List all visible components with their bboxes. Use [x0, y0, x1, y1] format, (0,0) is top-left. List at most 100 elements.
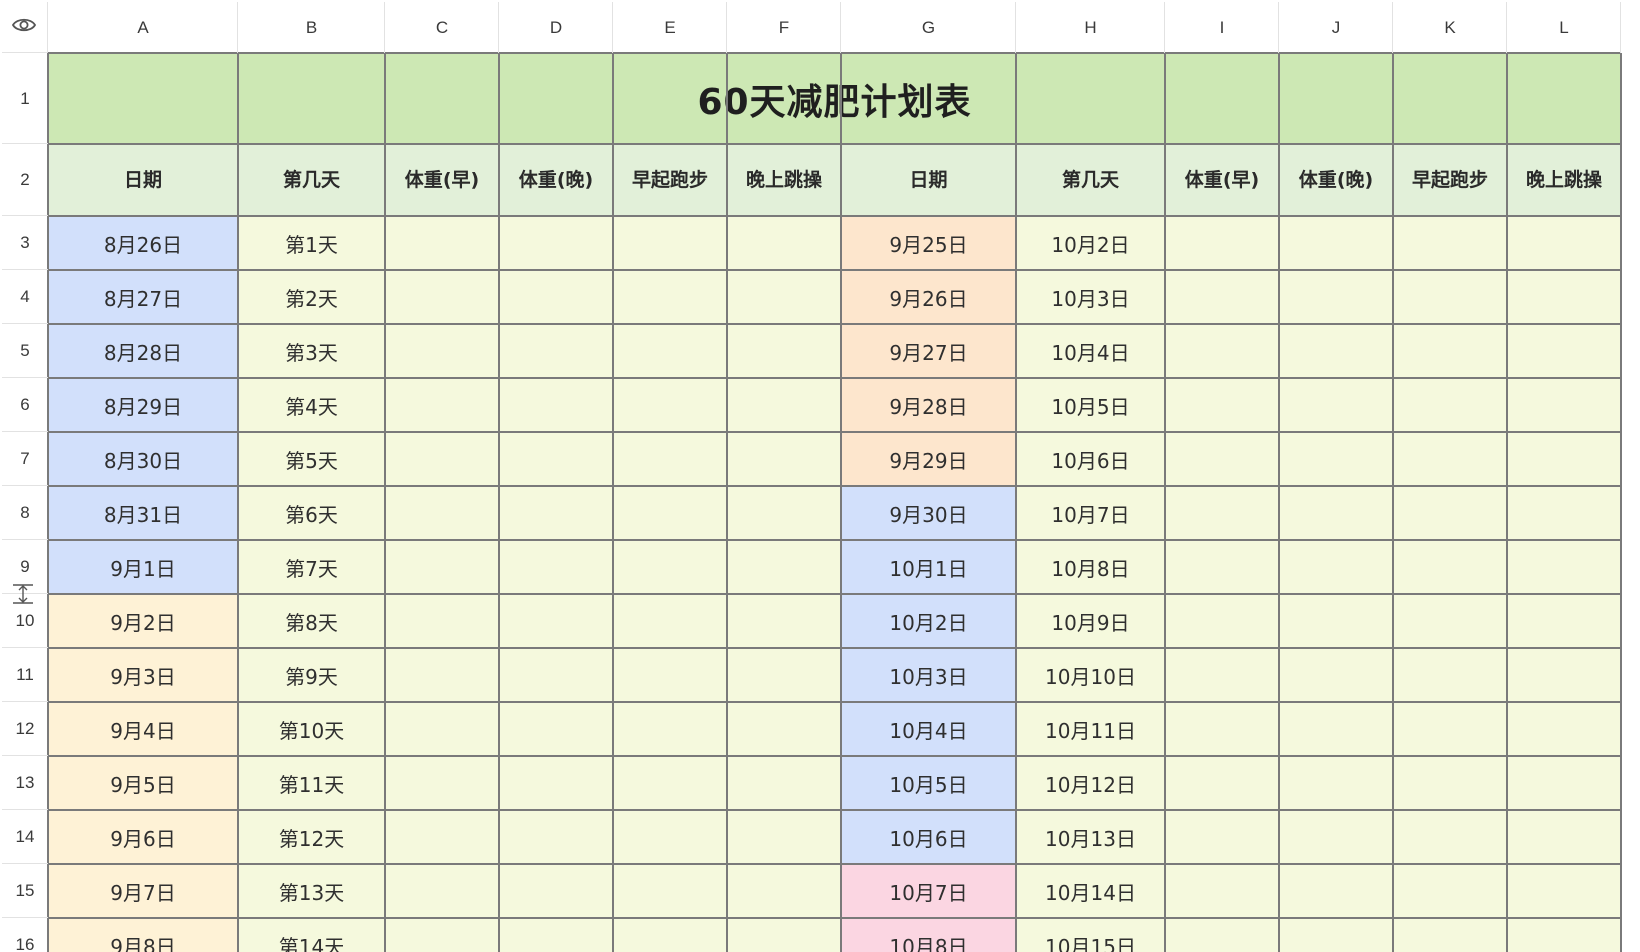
- cell-e8[interactable]: [613, 486, 727, 540]
- cell-a6[interactable]: 8月29日: [48, 378, 238, 432]
- cell-g4[interactable]: 9月26日: [841, 270, 1016, 324]
- row-header-12[interactable]: 12: [2, 702, 48, 756]
- cell-c11[interactable]: [385, 648, 499, 702]
- column-header-i[interactable]: I: [1165, 2, 1279, 53]
- cell-i9[interactable]: [1165, 540, 1279, 594]
- cell-e15[interactable]: [613, 864, 727, 918]
- cell-g9[interactable]: 10月1日: [841, 540, 1016, 594]
- cell-c14[interactable]: [385, 810, 499, 864]
- cell-l10[interactable]: [1507, 594, 1621, 648]
- header-cell-c[interactable]: 体重 (早): [385, 144, 499, 216]
- header-cell-b[interactable]: 第几天: [238, 144, 385, 216]
- cell-l12[interactable]: [1507, 702, 1621, 756]
- cell-j10[interactable]: [1279, 594, 1393, 648]
- cell-l4[interactable]: [1507, 270, 1621, 324]
- row-header-5[interactable]: 5: [2, 324, 48, 378]
- cell-j11[interactable]: [1279, 648, 1393, 702]
- row-header-11[interactable]: 11: [2, 648, 48, 702]
- cell-b6[interactable]: 第4天: [238, 378, 385, 432]
- cell-a4[interactable]: 8月27日: [48, 270, 238, 324]
- cell-j13[interactable]: [1279, 756, 1393, 810]
- cell-d6[interactable]: [499, 378, 613, 432]
- cell-l3[interactable]: [1507, 216, 1621, 270]
- cell-d4[interactable]: [499, 270, 613, 324]
- eye-icon[interactable]: [2, 2, 46, 48]
- header-cell-g[interactable]: 日期: [841, 144, 1016, 216]
- cell-i3[interactable]: [1165, 216, 1279, 270]
- cell-b4[interactable]: 第2天: [238, 270, 385, 324]
- cell-e16[interactable]: [613, 918, 727, 952]
- cell-g12[interactable]: 10月4日: [841, 702, 1016, 756]
- cell-g7[interactable]: 9月29日: [841, 432, 1016, 486]
- sheet-title[interactable]: 60天减肥计划表: [48, 53, 1621, 144]
- cell-b12[interactable]: 第10天: [238, 702, 385, 756]
- cell-k9[interactable]: [1393, 540, 1507, 594]
- row-header-13[interactable]: 13: [2, 756, 48, 810]
- cell-j12[interactable]: [1279, 702, 1393, 756]
- cell-g15[interactable]: 10月7日: [841, 864, 1016, 918]
- cell-f4[interactable]: [727, 270, 841, 324]
- cell-d12[interactable]: [499, 702, 613, 756]
- cell-c5[interactable]: [385, 324, 499, 378]
- cell-c6[interactable]: [385, 378, 499, 432]
- cell-b5[interactable]: 第3天: [238, 324, 385, 378]
- row-header-2[interactable]: 2: [2, 144, 48, 216]
- cell-h7[interactable]: 10月6日: [1016, 432, 1165, 486]
- cell-e12[interactable]: [613, 702, 727, 756]
- cell-f16[interactable]: [727, 918, 841, 952]
- cell-d10[interactable]: [499, 594, 613, 648]
- cell-i10[interactable]: [1165, 594, 1279, 648]
- row-header-14[interactable]: 14: [2, 810, 48, 864]
- cell-i4[interactable]: [1165, 270, 1279, 324]
- cell-c8[interactable]: [385, 486, 499, 540]
- column-header-k[interactable]: K: [1393, 2, 1507, 53]
- cell-e6[interactable]: [613, 378, 727, 432]
- cell-f3[interactable]: [727, 216, 841, 270]
- cell-b11[interactable]: 第9天: [238, 648, 385, 702]
- cell-g5[interactable]: 9月27日: [841, 324, 1016, 378]
- cell-b14[interactable]: 第12天: [238, 810, 385, 864]
- column-header-c[interactable]: C: [385, 2, 499, 53]
- cell-j15[interactable]: [1279, 864, 1393, 918]
- cell-d11[interactable]: [499, 648, 613, 702]
- cell-l5[interactable]: [1507, 324, 1621, 378]
- cell-h3[interactable]: 10月2日: [1016, 216, 1165, 270]
- cell-b10[interactable]: 第8天: [238, 594, 385, 648]
- cell-f8[interactable]: [727, 486, 841, 540]
- cell-i12[interactable]: [1165, 702, 1279, 756]
- cell-j5[interactable]: [1279, 324, 1393, 378]
- cell-f14[interactable]: [727, 810, 841, 864]
- cell-d9[interactable]: [499, 540, 613, 594]
- cell-f5[interactable]: [727, 324, 841, 378]
- cell-e7[interactable]: [613, 432, 727, 486]
- cell-c7[interactable]: [385, 432, 499, 486]
- cell-a11[interactable]: 9月3日: [48, 648, 238, 702]
- cell-c13[interactable]: [385, 756, 499, 810]
- cell-j9[interactable]: [1279, 540, 1393, 594]
- header-cell-e[interactable]: 早起 跑步: [613, 144, 727, 216]
- cell-g3[interactable]: 9月25日: [841, 216, 1016, 270]
- cell-k15[interactable]: [1393, 864, 1507, 918]
- cell-g8[interactable]: 9月30日: [841, 486, 1016, 540]
- cell-d3[interactable]: [499, 216, 613, 270]
- header-cell-i[interactable]: 体重 (早): [1165, 144, 1279, 216]
- cell-e10[interactable]: [613, 594, 727, 648]
- cell-c9[interactable]: [385, 540, 499, 594]
- cell-j3[interactable]: [1279, 216, 1393, 270]
- cell-k8[interactable]: [1393, 486, 1507, 540]
- column-header-h[interactable]: H: [1016, 2, 1165, 53]
- cell-k14[interactable]: [1393, 810, 1507, 864]
- cell-k11[interactable]: [1393, 648, 1507, 702]
- row-header-6[interactable]: 6: [2, 378, 48, 432]
- cell-b9[interactable]: 第7天: [238, 540, 385, 594]
- cell-k13[interactable]: [1393, 756, 1507, 810]
- cell-e5[interactable]: [613, 324, 727, 378]
- cell-k16[interactable]: [1393, 918, 1507, 952]
- cell-l7[interactable]: [1507, 432, 1621, 486]
- cell-e9[interactable]: [613, 540, 727, 594]
- cell-i14[interactable]: [1165, 810, 1279, 864]
- cell-h16[interactable]: 10月15日: [1016, 918, 1165, 952]
- cell-a16[interactable]: 9月8日: [48, 918, 238, 952]
- cell-b16[interactable]: 第14天: [238, 918, 385, 952]
- cell-b8[interactable]: 第6天: [238, 486, 385, 540]
